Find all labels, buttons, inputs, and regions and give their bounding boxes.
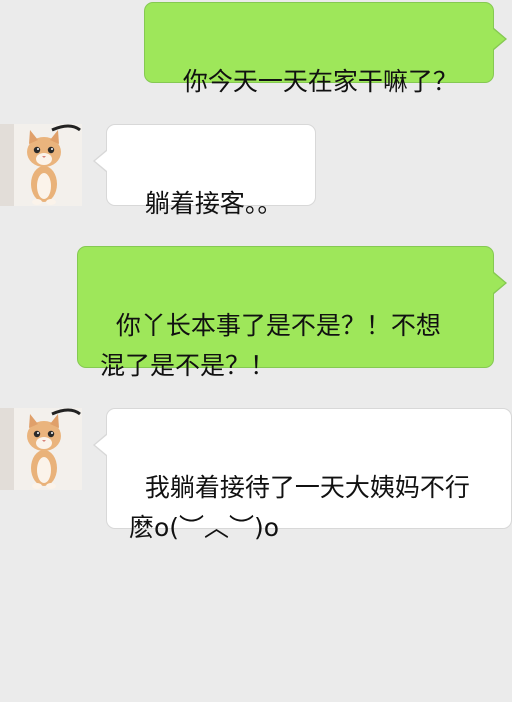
contact-avatar[interactable] <box>0 124 82 206</box>
message-text: 躺着接客。。 <box>144 189 283 218</box>
incoming-message-bubble[interactable]: 躺着接客。。 <box>93 124 316 218</box>
contact-avatar[interactable] <box>0 408 82 490</box>
message-text: 你今天一天在家干嘛了？ <box>182 67 458 96</box>
incoming-message-bubble[interactable]: 我躺着接待了一天大姨妈不行 麽o(︶︿︶)o <box>93 408 512 542</box>
message-text: 我躺着接待了一天大姨妈不行 麽o(︶︿︶)o <box>129 473 470 542</box>
outgoing-message-bubble[interactable]: 你今天一天在家干嘛了？ <box>144 2 507 96</box>
kitten-avatar-image <box>0 124 82 206</box>
kitten-avatar-image <box>0 408 82 490</box>
outgoing-message-bubble[interactable]: 你丫长本事了是不是？！不想 混了是不是？！ <box>77 246 507 380</box>
message-text: 你丫长本事了是不是？！不想 混了是不是？！ <box>100 311 441 380</box>
